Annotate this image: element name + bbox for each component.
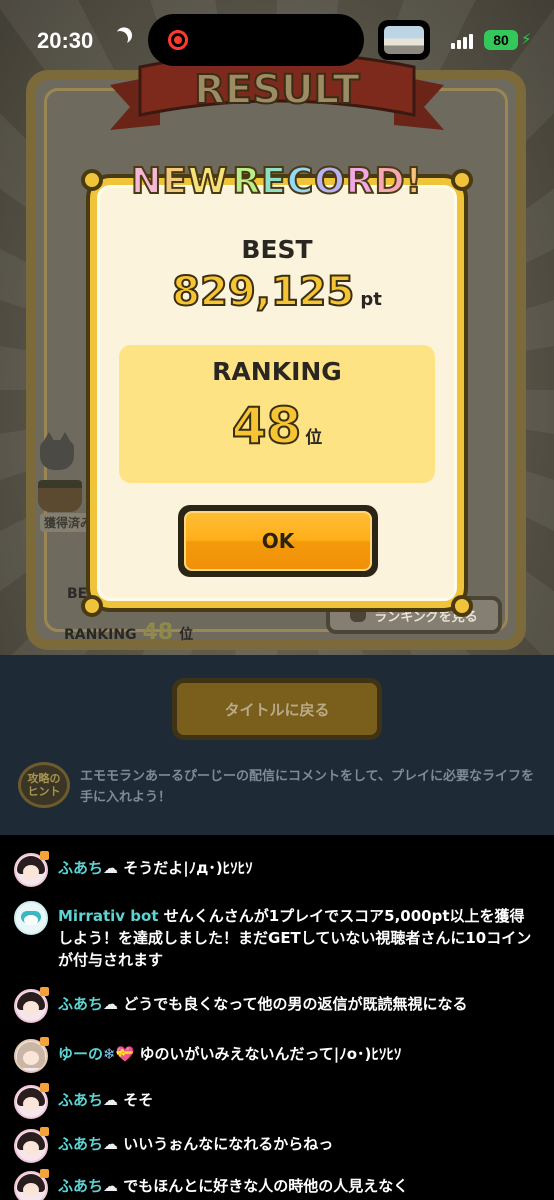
new-record-letter: W [187, 160, 229, 203]
avatar-badge-icon [40, 987, 49, 996]
chat-username[interactable]: Mirrativ bot [58, 907, 159, 925]
cloud-icon: ☁ [103, 859, 119, 877]
chat-message-text: ふあち☁ そうだよ|ﾉд･)ﾋｿﾋｿ [58, 857, 538, 879]
back-to-title-button-label: タイトルに戻る [224, 700, 330, 719]
status-bar: 20:30 80 ⚡ [0, 0, 554, 80]
dialog-corner-ornament [451, 169, 473, 191]
new-record-letter: R [345, 160, 375, 203]
hint-text: エモモランあーるぴーじーの配信にコメントをして、プレイに必要なライフを手に入れよ… [80, 769, 534, 805]
acquired-label: 獲得済み [40, 513, 97, 532]
dynamic-island[interactable] [148, 14, 364, 66]
cloud-icon: ☁ [103, 995, 119, 1013]
chat-comment-body: ゆのいがいみえないんだって|ﾉo･)ﾋｿﾋｿ [134, 1045, 402, 1063]
new-record-dialog: NEW RECORD! BEST 829,125 pt RANKING 48 位 O… [81, 160, 473, 617]
chat-message-text: ふあち☁ どうでも良くなって他の男の返信が既読無視になる [58, 993, 538, 1015]
new-record-headline: NEW RECORD! [130, 160, 423, 203]
chat-message-text: ゆーの❄💝 ゆのいがいみえないんだって|ﾉo･)ﾋｿﾋｿ [58, 1043, 538, 1065]
chat-comment-body: いいうぉんなになれるからねっ [118, 1135, 334, 1153]
chat-message-text: ふあち☁ そそ [58, 1089, 538, 1111]
snowflake-heart-icon: ❄💝 [103, 1045, 135, 1063]
new-record-letter: ! [404, 160, 423, 203]
ranking-value: 48 [231, 396, 303, 456]
best-score-value: 829,125 [171, 268, 355, 316]
user-avatar[interactable] [14, 901, 48, 935]
status-time: 20:30 [37, 28, 94, 53]
chat-message-text: ふあち☁ いいうぉんなになれるからねっ [58, 1133, 538, 1155]
best-label: BEST [241, 235, 313, 264]
new-record-letter: D [374, 160, 406, 203]
trophy-icon [350, 608, 367, 622]
chat-comment-body: どうでも良くなって他の男の返信が既読無視になる [118, 995, 468, 1013]
background-ranking-value: 48 [142, 620, 174, 645]
chat-message-text: Mirrativ bot せんくんさんが1プレイでスコア5,000pt以上を獲得… [58, 905, 538, 971]
dialog-corner-ornament [81, 595, 103, 617]
cat-silhouette-icon [40, 432, 74, 470]
chat-username[interactable]: ふあち [58, 995, 103, 1013]
chat-message-text: ふあち☁ でもほんとに好きな人の時他の人見えなく [58, 1175, 538, 1197]
avatar-badge-icon [40, 1127, 49, 1136]
dialog-corner-ornament [81, 169, 103, 191]
cloud-icon: ☁ [103, 1135, 119, 1153]
chat-comment-body: でもほんとに好きな人の時他の人見えなく [118, 1177, 409, 1195]
focus-moon-icon [110, 29, 131, 50]
hint-badge: 攻略のヒント [18, 762, 70, 808]
avatar-badge-icon [40, 851, 49, 860]
background-ranking-label: RANKING [64, 627, 137, 643]
chat-comment-body: そそ [118, 1091, 154, 1109]
item-pot-icon [38, 480, 82, 512]
chat-username[interactable]: ふあち [58, 1177, 103, 1195]
charging-bolt-icon: ⚡ [521, 30, 532, 48]
dialog-corner-ornament [451, 595, 473, 617]
chat-username[interactable]: ふあち [58, 859, 103, 877]
new-record-letter: R [232, 160, 262, 203]
ok-button[interactable]: OK [178, 505, 378, 577]
ok-button-label: OK [261, 529, 295, 553]
ranking-label: RANKING [212, 357, 342, 386]
game-screen: RESULT 獲得済み BEST RANKING 48 位 ランキングを見る タ… [0, 0, 554, 835]
new-record-letter: E [260, 160, 287, 203]
new-record-letter: N [130, 160, 163, 203]
ranking-box: RANKING 48 位 [119, 345, 435, 483]
best-score-row: 829,125 pt [97, 268, 457, 316]
back-to-title-button[interactable]: タイトルに戻る [172, 678, 382, 740]
avatar-badge-icon [40, 1169, 49, 1178]
chat-comment-body: そうだよ|ﾉд･)ﾋｿﾋｿ [118, 859, 253, 877]
screen-record-icon [168, 30, 188, 50]
chat-username[interactable]: ゆーの [58, 1045, 103, 1063]
cellular-signal-icon [451, 34, 473, 49]
background-ranking-unit: 位 [179, 627, 194, 643]
new-record-letter: C [286, 160, 315, 203]
ok-button-face: OK [184, 511, 372, 571]
hint-badge-label: 攻略のヒント [27, 772, 61, 798]
avatar-badge-icon [40, 1037, 49, 1046]
avatar-badge-icon [40, 1083, 49, 1092]
cloud-icon: ☁ [103, 1091, 119, 1109]
best-score-unit: pt [360, 289, 382, 310]
live-activity-thumbnail[interactable] [378, 20, 430, 60]
thumbnail-image [384, 26, 424, 54]
chat-panel: ふあち☁ そうだよ|ﾉд･)ﾋｿﾋｿ Mirrativ bot せんくんさんが1プ… [0, 835, 554, 1200]
new-record-letter: E [161, 160, 188, 203]
ranking-row: 48 位 [119, 396, 435, 456]
chat-username[interactable]: ふあち [58, 1135, 103, 1153]
battery-indicator: 80 [484, 30, 518, 50]
cloud-icon: ☁ [103, 1177, 119, 1195]
ranking-unit: 位 [305, 428, 323, 448]
background-ranking: RANKING 48 位 [64, 620, 193, 645]
chat-username[interactable]: ふあち [58, 1091, 103, 1109]
new-record-letter: O [313, 160, 346, 203]
